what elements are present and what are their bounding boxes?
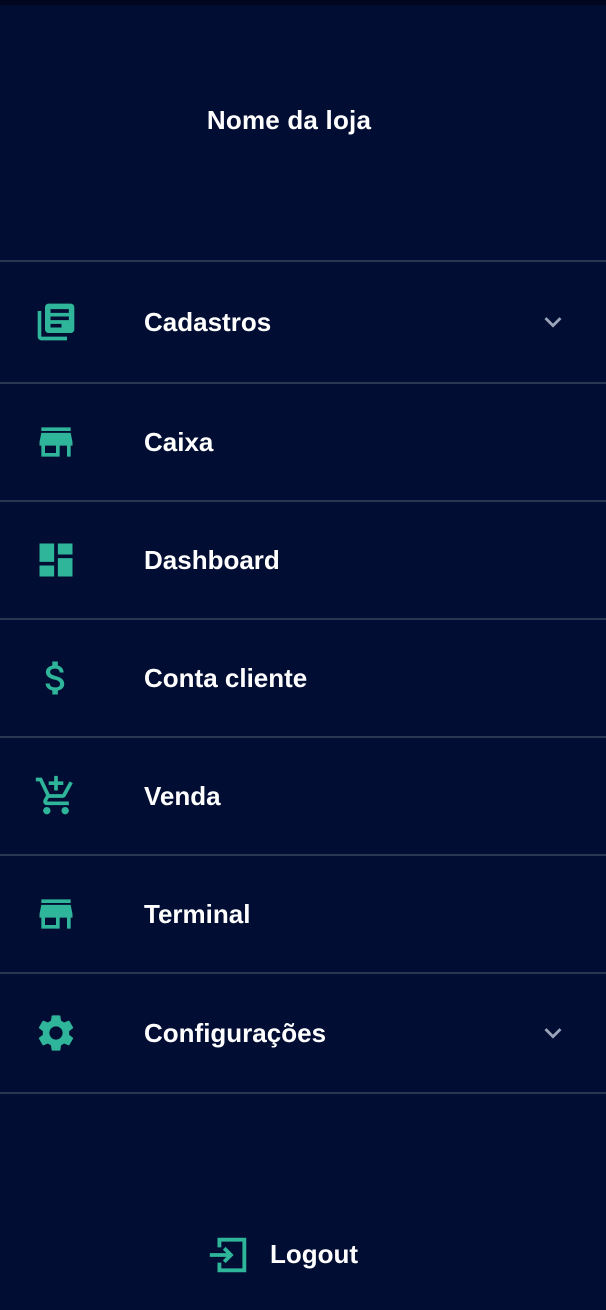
logout-icon (206, 1232, 252, 1278)
menu-item-configuracoes[interactable]: Configurações (0, 972, 606, 1094)
logout-label: Logout (270, 1239, 359, 1269)
menu-item-caixa[interactable]: Caixa (0, 382, 606, 500)
logout-button[interactable]: Logout (206, 1230, 396, 1280)
menu-item-dashboard[interactable]: Dashboard (0, 500, 606, 618)
menu-item-venda[interactable]: Venda (0, 736, 606, 854)
menu-item-label: Configurações (144, 1018, 327, 1048)
menu-item-label: Dashboard (144, 545, 280, 575)
menu-item-cadastros[interactable]: Cadastros (0, 260, 606, 382)
chevron-down-icon[interactable] (536, 1016, 570, 1050)
dashboard-icon (34, 538, 78, 582)
store-icon (34, 892, 78, 936)
menu-item-label: Cadastros (144, 307, 272, 337)
add-shopping-cart-icon (34, 774, 78, 818)
menu-item-label: Conta cliente (144, 663, 308, 693)
menu-item-conta-cliente[interactable]: Conta cliente (0, 618, 606, 736)
menu-item-terminal[interactable]: Terminal (0, 854, 606, 972)
chevron-down-icon[interactable] (536, 305, 570, 339)
gear-icon (34, 1011, 78, 1055)
dollar-icon (34, 656, 78, 700)
menu-item-label: Venda (144, 781, 221, 811)
store-icon (34, 420, 78, 464)
drawer-header: Nome da loja (0, 0, 606, 260)
menu-item-label: Terminal (144, 899, 251, 929)
menu-item-label: Caixa (144, 427, 214, 457)
navigation-menu: Cadastros Caixa Dashboard Conta cliente … (0, 260, 606, 1094)
list-document-icon (34, 300, 78, 344)
store-name: Nome da loja (206, 105, 372, 135)
